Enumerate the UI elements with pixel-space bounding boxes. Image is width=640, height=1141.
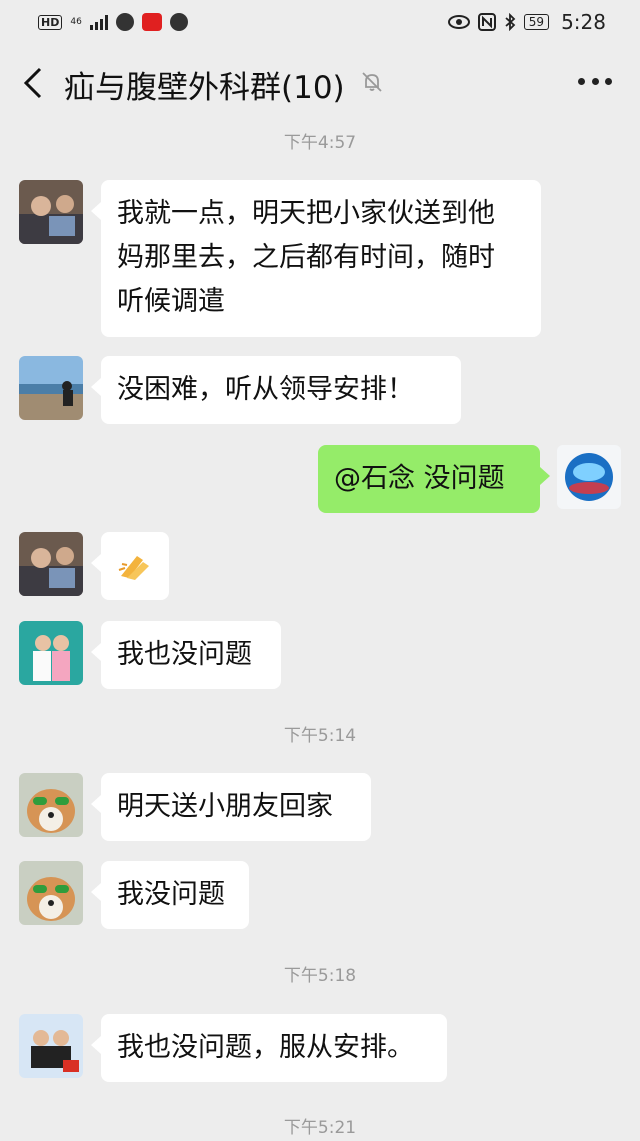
message-text: 明天送小朋友回家: [117, 791, 333, 822]
chevron-left-icon[interactable]: [20, 66, 50, 100]
message-text: 我也没问题: [117, 639, 252, 670]
huawei-app-icon: [141, 13, 162, 31]
avatar[interactable]: [19, 356, 83, 420]
eye-icon: [447, 15, 470, 29]
message-line: 我就一点，明天把小家伙送到他: [117, 198, 495, 229]
message-text: 我也没问题，服从安排。: [117, 1032, 414, 1063]
avatar[interactable]: [19, 861, 83, 925]
battery-icon: 59: [523, 14, 550, 30]
signal-icon: [89, 14, 108, 30]
avatar[interactable]: [19, 621, 83, 685]
avatar[interactable]: [19, 532, 83, 596]
bell-off-icon: [362, 72, 382, 92]
message-bubble[interactable]: 我没问题: [91, 861, 249, 929]
message-bubble[interactable]: 没困难，听从领导安排！: [91, 356, 461, 424]
message-line: 妈那里去，之后都有时间，随时: [117, 242, 495, 273]
avatar[interactable]: [19, 773, 83, 837]
message-bubble[interactable]: 我也没问题: [91, 621, 281, 689]
message-bubble[interactable]: [91, 532, 169, 600]
message-bubble[interactable]: 明天送小朋友回家: [91, 773, 371, 841]
timestamp: 下午5:14: [283, 726, 357, 746]
message-text: 没困难，听从领导安排！: [117, 374, 414, 405]
message-text: @石念 没问题: [334, 463, 505, 494]
avatar[interactable]: [19, 1014, 83, 1078]
message-bubble[interactable]: 我也没问题，服从安排。: [91, 1014, 447, 1082]
nfc-icon: [477, 13, 496, 31]
message-line: 听候调遣: [117, 286, 225, 317]
network-type: 46: [70, 16, 82, 27]
timestamp: 下午5:18: [283, 966, 357, 986]
timestamp: 下午5:21: [283, 1118, 357, 1138]
timestamp: 下午4:57: [283, 133, 357, 153]
status-right: 59 5:28: [447, 10, 606, 34]
avatar-self[interactable]: [557, 445, 621, 509]
message-bubble[interactable]: 我就一点，明天把小家伙送到他 妈那里去，之后都有时间，随时 听候调遣: [91, 180, 541, 337]
status-bar: HD 46 59 5:28: [0, 0, 640, 44]
message-text: 我没问题: [117, 879, 225, 910]
music-icon: [115, 13, 134, 31]
chat-header: 疝与腹壁外科群(10): [0, 50, 640, 116]
avatar[interactable]: [19, 180, 83, 244]
chat-notification-icon: [169, 13, 188, 31]
message-bubble-outgoing[interactable]: @石念 没问题: [318, 445, 550, 513]
bluetooth-icon: [505, 13, 516, 31]
more-dots-icon[interactable]: [578, 78, 612, 86]
chat-title: 疝与腹壁外科群(10): [64, 70, 345, 106]
status-time: 5:28: [561, 10, 606, 34]
clapping-hands-emoji: [118, 556, 149, 580]
status-left: HD 46: [38, 13, 188, 31]
hd-indicator: HD: [38, 14, 63, 30]
